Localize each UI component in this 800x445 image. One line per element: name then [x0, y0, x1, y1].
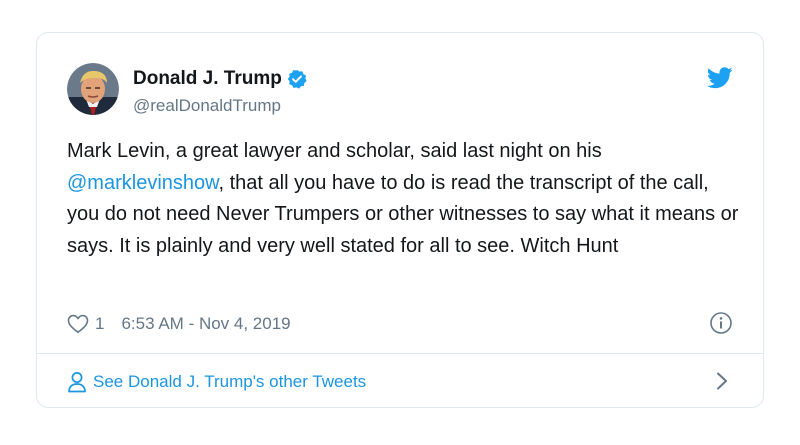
tweet-text-part1: Mark Levin, a great lawyer and scholar, … — [67, 140, 602, 162]
author-name-row[interactable]: Donald J. Trump — [133, 68, 307, 90]
twitter-bird-icon[interactable] — [706, 67, 733, 89]
tweet-text: Mark Levin, a great lawyer and scholar, … — [67, 136, 739, 262]
see-other-tweets-link[interactable]: See Donald J. Trump's other Tweets — [67, 354, 733, 409]
person-icon — [67, 371, 87, 393]
tweet-card[interactable]: Donald J. Trump @realDonaldTrump Mark Le… — [36, 32, 764, 408]
heart-icon[interactable] — [67, 314, 89, 334]
like-count[interactable]: 1 — [95, 314, 104, 334]
avatar-image — [67, 63, 119, 115]
tweet-header: Donald J. Trump @realDonaldTrump — [67, 63, 733, 123]
mention-link[interactable]: @marklevinshow — [67, 172, 218, 194]
author-name[interactable]: Donald J. Trump — [133, 68, 282, 90]
author-handle[interactable]: @realDonaldTrump — [133, 96, 281, 116]
avatar[interactable] — [67, 63, 119, 115]
tweet-meta: 1 6:53 AM - Nov 4, 2019 — [67, 311, 733, 337]
verified-badge-icon — [287, 69, 307, 89]
see-other-tweets-label[interactable]: See Donald J. Trump's other Tweets — [93, 372, 366, 392]
tweet-timestamp[interactable]: 6:53 AM - Nov 4, 2019 — [121, 314, 290, 334]
chevron-right-icon[interactable] — [715, 371, 729, 391]
info-icon[interactable] — [709, 311, 733, 335]
